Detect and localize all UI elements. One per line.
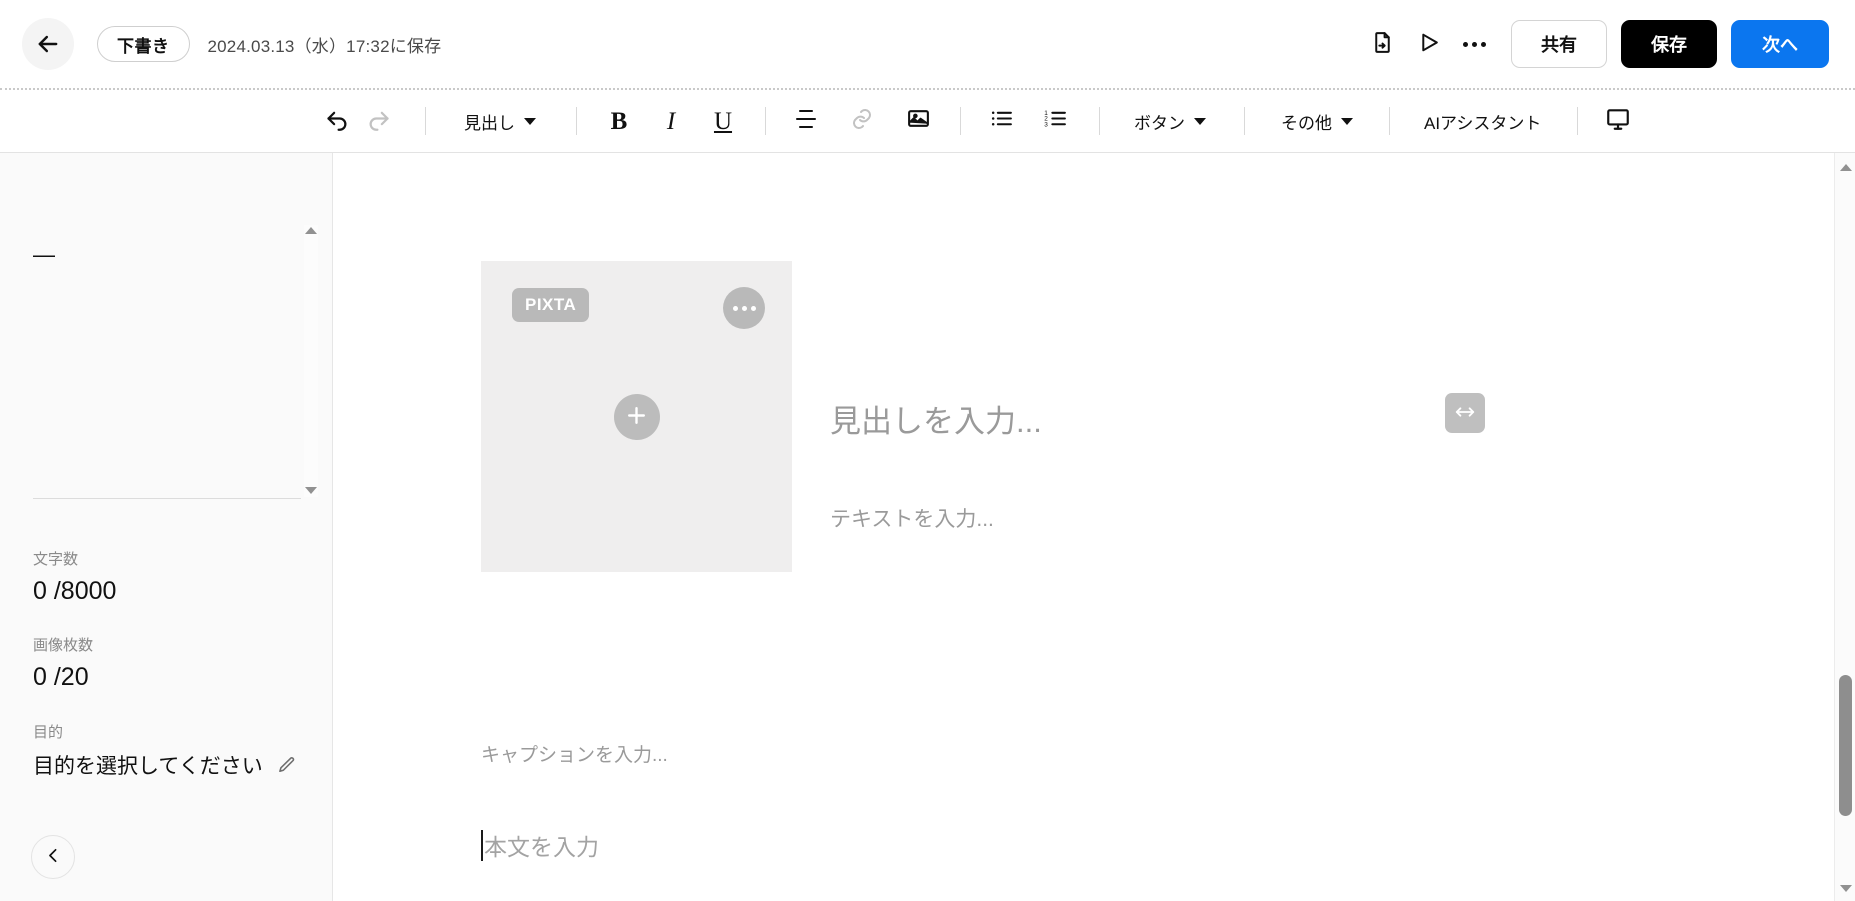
share-button[interactable]: 共有	[1511, 20, 1607, 68]
monitor-icon	[1605, 106, 1631, 137]
char-count-block: 文字数 0 /8000	[33, 548, 116, 606]
image-icon	[906, 106, 931, 136]
resize-handle-button[interactable]	[1445, 393, 1485, 433]
text-placeholder[interactable]: テキストを入力...	[830, 503, 994, 533]
scrollbar-thumb[interactable]	[1839, 675, 1852, 816]
device-preview-button[interactable]	[1598, 101, 1638, 141]
sidebar-scrollbar[interactable]	[304, 225, 318, 497]
redo-button[interactable]	[358, 101, 399, 141]
more-options-icon	[732, 305, 756, 311]
toolbar-separator	[425, 107, 426, 135]
ai-assistant-button[interactable]: AIアシスタント	[1412, 101, 1553, 141]
sidebar-note-underline	[33, 498, 301, 499]
arrow-left-icon	[34, 30, 62, 58]
back-button[interactable]	[22, 18, 74, 70]
status-badge[interactable]: 下書き	[97, 26, 190, 62]
underline-icon: U	[713, 107, 733, 135]
undo-icon	[324, 105, 351, 137]
scroll-up-arrow-icon[interactable]	[305, 225, 317, 237]
char-count-value: 0 /8000	[33, 577, 117, 605]
toolbar-separator	[765, 107, 766, 135]
body-input-area[interactable]: 本文を入力	[481, 828, 599, 862]
underline-button[interactable]: U	[703, 101, 743, 141]
main-scrollbar[interactable]	[1834, 153, 1855, 901]
toolbar-separator	[1099, 107, 1100, 135]
plus-icon	[624, 403, 649, 431]
pencil-icon[interactable]	[277, 755, 297, 775]
sidebar-note-field[interactable]: —	[33, 238, 301, 503]
ai-assistant-label: AIアシスタント	[1424, 113, 1542, 133]
export-document-icon	[1370, 30, 1395, 58]
image-placeholder-block[interactable]: PIXTA	[481, 261, 792, 572]
pixta-badge: PIXTA	[512, 288, 590, 322]
image-more-options-button[interactable]	[723, 287, 765, 329]
editor-toolbar: 見出し B I U 1 2 3 ボタン その他 AIアシスタント	[0, 90, 1855, 153]
chevron-down-icon	[1194, 117, 1206, 125]
char-count-label: 文字数	[33, 551, 79, 568]
toolbar-separator	[1577, 107, 1579, 135]
other-dropdown[interactable]: その他	[1269, 101, 1365, 141]
save-button[interactable]: 保存	[1621, 20, 1717, 68]
caption-placeholder[interactable]: キャプションを入力...	[481, 740, 668, 767]
bullet-list-icon	[989, 106, 1014, 136]
scroll-down-arrow-icon[interactable]	[1835, 877, 1855, 898]
chevron-down-icon	[524, 117, 536, 125]
preview-play-icon	[1416, 30, 1441, 58]
horizontal-divider-icon	[794, 107, 818, 136]
svg-text:3: 3	[1044, 121, 1048, 128]
add-image-button[interactable]	[613, 393, 660, 440]
image-count-label: 画像枚数	[33, 637, 94, 654]
other-dropdown-label: その他	[1281, 113, 1332, 133]
image-count-value: 0 /20	[33, 663, 89, 691]
next-button[interactable]: 次へ	[1731, 20, 1829, 68]
text-caret	[481, 829, 483, 861]
toolbar-separator	[960, 107, 961, 135]
bullet-list-button[interactable]	[981, 101, 1021, 141]
purpose-selector[interactable]: 目的を選択してください	[33, 750, 297, 780]
more-options-icon	[1462, 41, 1486, 47]
insert-link-button[interactable]	[842, 101, 882, 141]
body-placeholder: 本文を入力	[484, 834, 599, 860]
toolbar-separator	[576, 107, 577, 135]
saved-timestamp: 2024.03.13（水）17:32に保存	[207, 36, 442, 56]
numbered-list-button[interactable]: 1 2 3	[1035, 101, 1075, 141]
resize-horizontal-icon	[1454, 401, 1476, 426]
app-header: 下書き 2024.03.13（水）17:32に保存 共有 保存 次へ	[0, 0, 1855, 90]
purpose-value: 目的を選択してください	[33, 755, 263, 778]
italic-button[interactable]: I	[651, 101, 691, 141]
chevron-down-icon	[1341, 117, 1353, 125]
button-dropdown-label: ボタン	[1134, 113, 1185, 133]
more-options-button[interactable]	[1451, 21, 1497, 67]
scroll-up-arrow-icon[interactable]	[1835, 156, 1855, 177]
editor-canvas[interactable]: PIXTA キャプションを入力... 見出しを入力... テキストを入力...	[333, 153, 1855, 901]
italic-icon: I	[666, 107, 676, 135]
heading-placeholder[interactable]: 見出しを入力...	[830, 396, 1042, 441]
preview-button[interactable]	[1405, 21, 1451, 67]
sidebar-note-text: —	[33, 242, 55, 267]
scroll-down-arrow-icon[interactable]	[305, 485, 317, 497]
undo-button[interactable]	[317, 101, 358, 141]
editor-window: 下書き 2024.03.13（水）17:32に保存 共有 保存 次へ 見出し B…	[0, 0, 1855, 901]
redo-icon	[365, 105, 392, 137]
sidebar-collapse-button[interactable]	[31, 835, 75, 879]
editor-body: — 文字数 0 /8000 画像枚数 0 /20 目的 目的を選択してください	[0, 153, 1855, 901]
export-document-button[interactable]	[1359, 21, 1405, 67]
insert-image-button[interactable]	[898, 101, 938, 141]
chevron-left-icon	[45, 847, 62, 867]
left-sidebar: — 文字数 0 /8000 画像枚数 0 /20 目的 目的を選択してください	[0, 153, 333, 901]
button-dropdown[interactable]: ボタン	[1122, 101, 1218, 141]
heading-dropdown[interactable]: 見出し	[452, 101, 548, 141]
bold-button[interactable]: B	[599, 101, 639, 141]
purpose-label: 目的	[33, 724, 64, 741]
numbered-list-icon: 1 2 3	[1043, 106, 1068, 136]
image-count-block: 画像枚数 0 /20	[33, 634, 93, 692]
heading-dropdown-label: 見出し	[464, 113, 515, 133]
purpose-block: 目的 目的を選択してください	[33, 721, 297, 780]
toolbar-separator	[1244, 107, 1245, 135]
bold-icon: B	[610, 107, 628, 135]
insert-divider-button[interactable]	[786, 101, 826, 141]
link-icon	[850, 107, 874, 136]
toolbar-separator	[1389, 107, 1390, 135]
